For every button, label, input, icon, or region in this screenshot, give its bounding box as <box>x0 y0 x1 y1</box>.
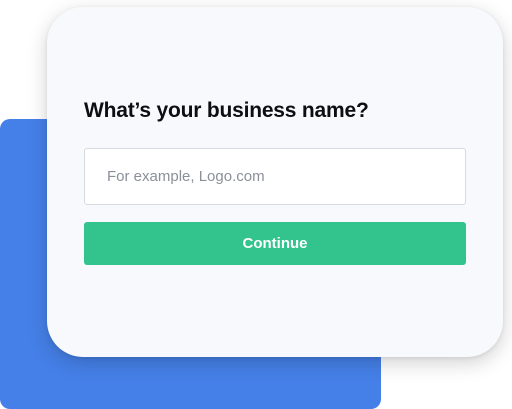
business-name-card: What’s your business name? Continue <box>47 7 503 357</box>
page-title: What’s your business name? <box>84 99 369 122</box>
continue-button[interactable]: Continue <box>84 222 466 265</box>
business-name-input[interactable] <box>84 148 466 205</box>
